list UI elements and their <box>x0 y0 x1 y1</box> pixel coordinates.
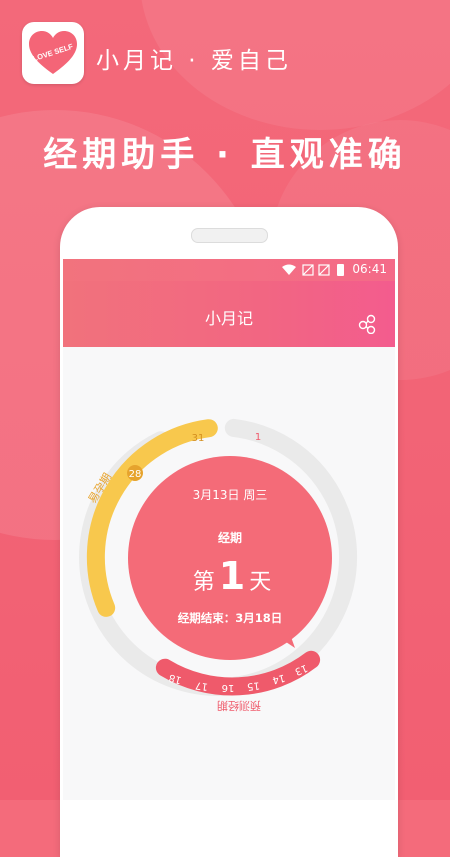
predicted-day-17: 17 <box>195 679 209 692</box>
day-suffix: 天 <box>249 570 271 595</box>
cycle-ring-chart: 3月13日 周三 经期 第1天 经期结束：3月18日 31 28 易孕期 1 1… <box>79 418 358 712</box>
ovulation-day-28: 28 <box>129 469 142 480</box>
cycle-date: 3月13日 周三 <box>193 488 268 502</box>
day-prefix: 第 <box>193 570 215 595</box>
predicted-day-15: 15 <box>246 679 260 691</box>
cycle-start-day: 1 <box>255 432 261 443</box>
day-number: 1 <box>219 554 245 598</box>
period-end-label: 经期结束：3月18日 <box>178 611 283 625</box>
predicted-period-arc <box>155 650 321 696</box>
predicted-day-16: 16 <box>222 682 235 693</box>
ovulation-day-31: 31 <box>192 433 205 444</box>
cycle-phase: 经期 <box>218 530 242 545</box>
predicted-period-label: 预测经期 <box>217 699 261 712</box>
